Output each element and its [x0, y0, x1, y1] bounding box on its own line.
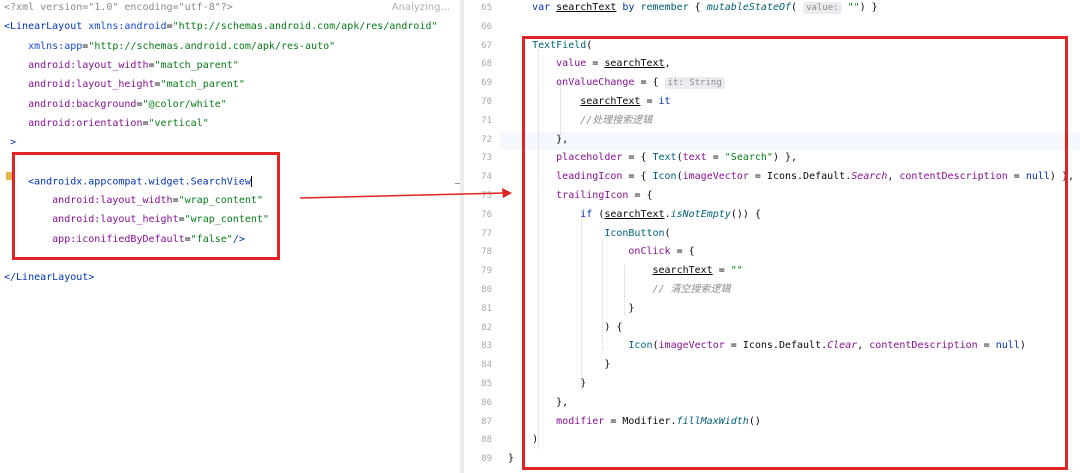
arrow-right-icon — [299, 188, 512, 199]
